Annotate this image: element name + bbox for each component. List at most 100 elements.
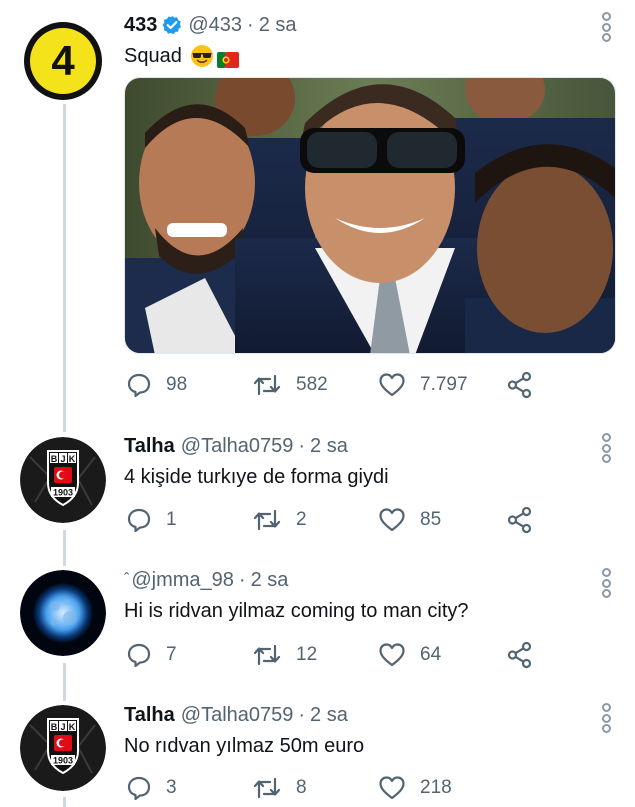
like-button[interactable]: 85 <box>378 504 441 536</box>
svg-text:B: B <box>51 454 58 464</box>
reply-icon <box>127 643 151 668</box>
like-count: 64 <box>420 644 442 665</box>
reply-button[interactable]: 7 <box>126 639 177 671</box>
tweet-content: 433 @433 · 2 sa Squad <box>124 12 595 70</box>
tweet-content: ˆ @jmma_98 · 2 sa Hi is ridvan yilmaz co… <box>124 567 595 625</box>
reply-button[interactable]: 1 <box>126 504 177 536</box>
svg-text:1903: 1903 <box>53 756 73 766</box>
more-icon[interactable] <box>599 433 613 463</box>
share-icon <box>507 371 532 399</box>
share-button[interactable] <box>506 369 534 401</box>
svg-text:K: K <box>69 454 76 464</box>
retweet-button[interactable]: 2 <box>252 504 307 536</box>
author-handle[interactable]: @Talha0759 <box>181 702 294 728</box>
more-icon[interactable] <box>599 568 613 598</box>
like-icon <box>379 373 405 397</box>
author-name[interactable]: 433 <box>124 12 157 38</box>
tweet-text: Squad <box>124 42 595 70</box>
more-icon[interactable] <box>599 12 613 42</box>
share-icon <box>507 641 532 669</box>
separator-dot: · <box>238 569 246 591</box>
tweet-header: Talha @Talha0759 · 2 sa <box>124 433 595 459</box>
like-icon <box>379 776 405 800</box>
svg-text:J: J <box>60 454 65 464</box>
sunglasses-emoji-icon <box>190 44 214 68</box>
tweet-text: 4 kişide turkıye de forma giydi <box>124 466 389 488</box>
retweet-icon <box>253 374 281 396</box>
reply-button[interactable]: 3 <box>126 772 177 804</box>
like-icon <box>379 643 405 667</box>
author-name[interactable]: Talha <box>124 433 175 459</box>
avatar[interactable]: B J K 1903 <box>20 705 106 791</box>
portugal-flag-emoji-icon <box>216 48 239 68</box>
tweet-actions: 98 582 7.797 <box>124 369 554 401</box>
tweet-actions: 1 2 85 <box>124 504 554 536</box>
like-icon <box>379 508 405 532</box>
tweet-content: Talha @Talha0759 · 2 sa No rıdvan yılmaz… <box>124 702 595 760</box>
retweet-count: 12 <box>296 644 318 665</box>
reply-icon <box>127 776 151 801</box>
avatar[interactable]: B J K 1903 <box>20 437 106 523</box>
reply-button[interactable]: 98 <box>126 369 187 401</box>
separator-dot: · <box>298 435 306 457</box>
like-button[interactable]: 218 <box>378 772 452 804</box>
reply-count: 3 <box>166 777 177 798</box>
timestamp[interactable]: 2 sa <box>310 702 348 728</box>
separator-dot: · <box>247 14 254 36</box>
tweet-header: Talha @Talha0759 · 2 sa <box>124 702 595 728</box>
retweet-icon <box>253 777 281 799</box>
svg-text:K: K <box>69 722 76 732</box>
avatar[interactable]: 4 <box>20 18 106 104</box>
share-button[interactable] <box>506 504 534 536</box>
more-icon[interactable] <box>599 703 613 733</box>
avatar-badge-text: 4 <box>51 37 75 84</box>
retweet-button[interactable]: 8 <box>252 772 307 804</box>
timestamp[interactable]: 2 sa <box>310 433 348 459</box>
tweet-actions: 3 8 218 <box>124 772 554 804</box>
tweet-text: No rıdvan yılmaz 50m euro <box>124 735 365 757</box>
like-button[interactable]: 7.797 <box>378 369 468 401</box>
tweet[interactable]: ˆ @jmma_98 · 2 sa Hi is ridvan yilmaz co… <box>0 555 635 690</box>
retweet-button[interactable]: 582 <box>252 369 328 401</box>
retweet-button[interactable]: 12 <box>252 639 317 671</box>
retweet-count: 8 <box>296 777 307 798</box>
tweet-text-body: Squad <box>124 45 182 67</box>
svg-text:B: B <box>51 722 58 732</box>
author-handle[interactable]: @Talha0759 <box>181 433 294 459</box>
share-button[interactable] <box>506 639 534 671</box>
tweet-content: Talha @Talha0759 · 2 sa 4 kişide turkıye… <box>124 433 595 491</box>
tweet-photo[interactable] <box>124 77 616 354</box>
tweet[interactable]: B J K 1903 Talha @Talha0759 · 2 sa 4 kiş… <box>0 420 635 555</box>
author-name[interactable]: ˆ <box>124 567 129 593</box>
author-name[interactable]: Talha <box>124 702 175 728</box>
svg-text:J: J <box>60 722 65 732</box>
author-handle[interactable]: @jmma_98 <box>131 567 234 593</box>
svg-text:1903: 1903 <box>53 488 73 498</box>
share-icon <box>507 506 532 534</box>
retweet-icon <box>253 509 281 531</box>
reply-count: 1 <box>166 509 177 530</box>
timestamp[interactable]: 2 sa <box>259 12 297 38</box>
like-count: 85 <box>420 509 442 530</box>
tweet[interactable]: B J K 1903 Talha @Talha0759 · 2 sa No rı… <box>0 690 635 807</box>
tweet[interactable]: 4 433 @433 · 2 sa Squad 98 582 7.797 <box>0 0 635 420</box>
reply-icon <box>127 508 151 533</box>
reply-count: 7 <box>166 644 177 665</box>
reply-count: 98 <box>166 374 188 395</box>
verified-icon <box>162 15 182 35</box>
tweet-text: Hi is ridvan yilmaz coming to man city? <box>124 600 469 622</box>
author-handle[interactable]: @433 <box>188 12 242 38</box>
tweet-actions: 7 12 64 <box>124 639 554 671</box>
reply-icon <box>127 373 151 398</box>
retweet-icon <box>253 644 281 666</box>
avatar[interactable] <box>20 570 106 656</box>
tweet-header: ˆ @jmma_98 · 2 sa <box>124 567 595 593</box>
like-count: 7.797 <box>420 374 468 395</box>
timestamp[interactable]: 2 sa <box>251 567 289 593</box>
separator-dot: · <box>298 704 306 726</box>
like-count: 218 <box>420 777 452 798</box>
tweet-header: 433 @433 · 2 sa <box>124 12 595 38</box>
retweet-count: 2 <box>296 509 307 530</box>
like-button[interactable]: 64 <box>378 639 441 671</box>
retweet-count: 582 <box>296 374 328 395</box>
